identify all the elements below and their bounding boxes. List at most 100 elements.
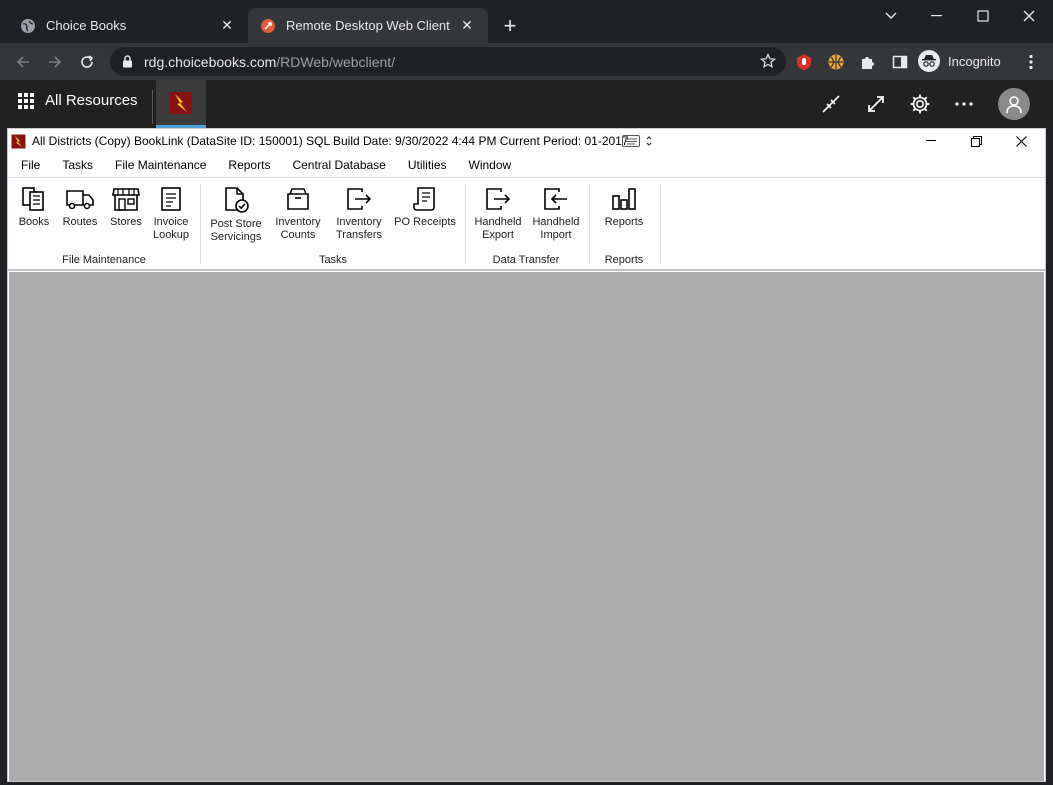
- truck-icon: [66, 190, 94, 210]
- remote-minimize-icon[interactable]: [916, 131, 946, 151]
- user-avatar[interactable]: [998, 88, 1030, 120]
- menu-reports[interactable]: Reports: [215, 158, 279, 172]
- import-icon: [544, 188, 567, 210]
- menu-file[interactable]: File: [8, 158, 49, 172]
- incognito-label: Incognito: [948, 53, 1001, 69]
- tab-title: Remote Desktop Web Client: [286, 18, 450, 33]
- ribbon-label: Inventory: [336, 216, 382, 228]
- inventory-counts-button[interactable]: Inventory Counts: [271, 186, 325, 242]
- window-close-icon[interactable]: [1006, 4, 1052, 28]
- tab-close-icon[interactable]: ✕: [218, 17, 236, 35]
- fullscreen-icon[interactable]: [863, 91, 889, 117]
- tab-title: Choice Books: [46, 18, 127, 33]
- export-icon: [486, 188, 511, 210]
- booklink-title-icon: [11, 134, 26, 148]
- url-text: rdg.choicebooks.com/RDWeb/webclient/: [144, 54, 395, 70]
- menu-central-database[interactable]: Central Database: [279, 158, 394, 172]
- url-host: rdg.choicebooks.com: [144, 53, 277, 70]
- extension-ball-icon[interactable]: [826, 52, 846, 72]
- store-icon: [112, 188, 140, 211]
- ribbon-label: Invoice: [153, 216, 189, 228]
- scroll-arrows-icon: [646, 136, 652, 146]
- tab-remote-desktop[interactable]: Remote Desktop Web Client ✕: [248, 8, 488, 43]
- incognito-icon: [918, 50, 940, 72]
- incognito-indicator[interactable]: Incognito: [918, 48, 1001, 74]
- ribbon-label: Servicings: [210, 231, 262, 243]
- invoice-lookup-button[interactable]: Invoice Lookup: [152, 186, 190, 242]
- ribbon-label: Reports: [604, 216, 644, 228]
- header-divider: [152, 90, 153, 124]
- handheld-import-button[interactable]: Handheld Import: [530, 186, 582, 242]
- url-path: /RDWeb/webclient/: [276, 53, 396, 70]
- lock-icon[interactable]: [120, 55, 134, 69]
- minimize-icon[interactable]: [914, 4, 960, 28]
- stores-button[interactable]: Stores: [108, 186, 144, 229]
- mdi-workspace[interactable]: [9, 272, 1044, 781]
- post-store-servicings-button[interactable]: Post Store Servicings: [208, 186, 264, 244]
- ribbon-label: Handheld: [532, 216, 580, 228]
- ribbon-label: Export: [482, 229, 514, 241]
- routes-button[interactable]: Routes: [61, 186, 99, 229]
- box-icon: [287, 188, 309, 210]
- ribbon-label: Counts: [280, 229, 316, 241]
- forward-icon[interactable]: [42, 49, 68, 75]
- back-icon[interactable]: [10, 49, 36, 75]
- bookmark-star-icon[interactable]: [760, 53, 776, 69]
- more-options-icon[interactable]: [951, 91, 977, 117]
- group-divider: [200, 184, 201, 264]
- tab-close-icon[interactable]: ✕: [458, 17, 476, 35]
- remote-restore-icon[interactable]: [961, 131, 991, 151]
- ribbon-label: Transfers: [335, 229, 383, 241]
- settings-gear-icon[interactable]: [907, 91, 933, 117]
- app-grid-icon: [18, 92, 34, 109]
- ribbon-label: Handheld: [474, 216, 522, 228]
- handheld-export-button[interactable]: Handheld Export: [472, 186, 524, 242]
- ribbon-label: Import: [540, 229, 572, 241]
- extensions-puzzle-icon[interactable]: [858, 52, 878, 72]
- group-label-data-transfer: Data Transfer: [492, 254, 560, 266]
- ribbon-label: Routes: [62, 216, 98, 228]
- group-label-file-maintenance: File Maintenance: [62, 254, 146, 266]
- menu-window[interactable]: Window: [456, 158, 521, 172]
- tab-choice-books[interactable]: Choice Books ✕: [8, 8, 248, 43]
- bar-chart-icon: [612, 188, 636, 210]
- tab-search-icon[interactable]: [868, 4, 914, 28]
- group-divider: [465, 184, 466, 264]
- group-divider: [660, 184, 661, 264]
- group-divider: [589, 184, 590, 264]
- booklink-session-tab[interactable]: [156, 80, 206, 128]
- ribbon-label: Inventory: [275, 216, 321, 228]
- group-label-tasks: Tasks: [318, 254, 348, 266]
- globe-icon: [20, 18, 36, 34]
- menu-file-maintenance[interactable]: File Maintenance: [102, 158, 215, 172]
- menu-utilities[interactable]: Utilities: [395, 158, 456, 172]
- chrome-menu-icon[interactable]: [1021, 52, 1041, 72]
- reload-icon[interactable]: [74, 49, 100, 75]
- rdweb-header: All Resources: [0, 80, 1053, 128]
- browser-tab-strip: Choice Books ✕ Remote Desktop Web Client…: [0, 0, 1053, 43]
- reports-button[interactable]: Reports: [600, 186, 648, 229]
- document-check-icon: [225, 187, 249, 213]
- menu-tasks[interactable]: Tasks: [49, 158, 102, 172]
- keyboard-icon[interactable]: [622, 132, 660, 150]
- rdweb-icon: [260, 18, 276, 34]
- group-label-reports: Reports: [604, 254, 644, 266]
- ribbon-label: PO Receipts: [394, 216, 456, 228]
- po-receipts-button[interactable]: PO Receipts: [393, 186, 457, 229]
- side-panel-icon[interactable]: [890, 52, 910, 72]
- new-tab-button[interactable]: +: [498, 13, 522, 38]
- extension-adblock-icon[interactable]: [794, 52, 814, 72]
- all-resources-button[interactable]: All Resources: [18, 92, 138, 109]
- disconnect-icon[interactable]: [818, 91, 844, 117]
- maximize-icon[interactable]: [960, 4, 1006, 28]
- address-bar[interactable]: rdg.choicebooks.com/RDWeb/webclient/: [110, 47, 786, 76]
- browser-toolbar: rdg.choicebooks.com/RDWeb/webclient/ Inc…: [0, 43, 1053, 80]
- ribbon-toolbar: Books Routes Stores Invoice Lookup File …: [8, 177, 1045, 271]
- ribbon-label: Stores: [110, 216, 142, 228]
- booklink-app-icon: [170, 91, 192, 114]
- ribbon-label: Lookup: [152, 229, 190, 241]
- remote-close-icon[interactable]: [1006, 131, 1036, 151]
- inventory-transfers-button[interactable]: Inventory Transfers: [332, 186, 386, 242]
- remote-title-bar: All Districts (Copy) BookLink (DataSite …: [8, 129, 1045, 153]
- books-button[interactable]: Books: [18, 186, 50, 229]
